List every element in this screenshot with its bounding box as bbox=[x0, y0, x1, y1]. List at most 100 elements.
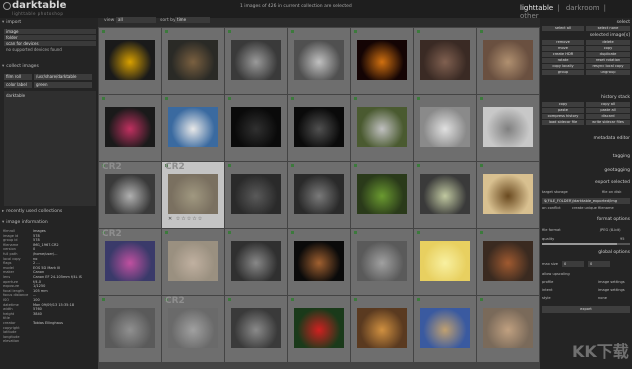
thumbnail-cell[interactable] bbox=[414, 296, 476, 362]
image-thumbnail[interactable] bbox=[294, 40, 344, 80]
image-thumbnail[interactable] bbox=[357, 241, 407, 281]
history-action-button[interactable]: compress history bbox=[542, 114, 584, 119]
view-lighttable[interactable]: lighttable bbox=[520, 4, 553, 12]
thumbnail-cell[interactable]: CR2 ✕ ☆☆☆☆☆ bbox=[162, 162, 224, 228]
collect-rule-1-property[interactable]: film roll bbox=[4, 74, 32, 80]
allow-upscaling-label[interactable]: allow upscaling bbox=[542, 272, 570, 276]
collect-list-item[interactable]: darktable bbox=[6, 93, 25, 98]
import-image-button[interactable]: image bbox=[4, 29, 96, 34]
history-action-button[interactable]: write sidecar files bbox=[586, 120, 630, 125]
thumbnail-cell[interactable] bbox=[351, 229, 413, 295]
image-thumbnail[interactable] bbox=[231, 308, 281, 348]
image-thumbnail[interactable] bbox=[168, 107, 218, 147]
image-thumbnail[interactable] bbox=[483, 174, 533, 214]
selected-action-button[interactable]: duplicate bbox=[586, 52, 630, 57]
thumbnail-cell[interactable] bbox=[351, 296, 413, 362]
on-conflict-value[interactable]: create unique filename bbox=[572, 206, 614, 210]
view-darkroom[interactable]: darkroom bbox=[566, 4, 600, 12]
tagging-header[interactable]: tagging bbox=[613, 154, 630, 159]
thumbnail-cell[interactable] bbox=[414, 229, 476, 295]
image-thumbnail[interactable] bbox=[294, 174, 344, 214]
thumbnail-cell[interactable] bbox=[477, 229, 539, 295]
style-value[interactable]: none bbox=[598, 296, 607, 300]
export-selected-header[interactable]: export selected bbox=[595, 180, 630, 185]
image-thumbnail[interactable] bbox=[294, 308, 344, 348]
thumbnail-cell[interactable] bbox=[477, 162, 539, 228]
history-action-button[interactable]: discard bbox=[586, 114, 630, 119]
thumbnail-cell[interactable] bbox=[477, 28, 539, 94]
thumbnail-cell[interactable] bbox=[414, 28, 476, 94]
image-thumbnail[interactable] bbox=[105, 174, 155, 214]
max-width-input[interactable]: 0 bbox=[562, 261, 584, 267]
thumbnail-cell[interactable] bbox=[414, 95, 476, 161]
recent-collections-header[interactable]: ▸ recently used collections bbox=[2, 209, 96, 216]
image-thumbnail[interactable] bbox=[420, 107, 470, 147]
selected-action-button[interactable]: create HDR bbox=[542, 52, 584, 57]
selected-images-header[interactable]: selected image[s] bbox=[590, 33, 630, 38]
selected-action-button[interactable]: rotate bbox=[542, 58, 584, 63]
image-thumbnail[interactable] bbox=[105, 107, 155, 147]
selected-action-button[interactable]: delete bbox=[586, 40, 630, 45]
image-thumbnail[interactable] bbox=[420, 241, 470, 281]
collect-rule-2-property[interactable]: color label bbox=[4, 82, 32, 88]
image-thumbnail[interactable] bbox=[357, 107, 407, 147]
scan-devices-button[interactable]: scan for devices bbox=[4, 41, 96, 46]
history-action-button[interactable]: copy bbox=[542, 102, 584, 107]
select-header[interactable]: select bbox=[617, 20, 630, 25]
thumbnail-cell[interactable]: CR2 bbox=[99, 229, 161, 295]
image-thumbnail[interactable] bbox=[168, 174, 218, 214]
selected-action-button[interactable]: group bbox=[542, 70, 584, 75]
image-thumbnail[interactable] bbox=[420, 40, 470, 80]
thumbnail-cell[interactable] bbox=[288, 95, 350, 161]
image-thumbnail[interactable] bbox=[168, 241, 218, 281]
thumbnail-cell[interactable] bbox=[288, 28, 350, 94]
selected-action-button[interactable]: move bbox=[542, 46, 584, 51]
history-action-button[interactable]: paste all bbox=[586, 108, 630, 113]
collect-rule-2-value[interactable]: green bbox=[34, 82, 92, 88]
selected-action-button[interactable]: reset rotation bbox=[586, 58, 630, 63]
thumbnail-grid[interactable]: CR2 CR2 ✕ ☆☆☆☆☆ CR2 CR2 bbox=[98, 27, 540, 369]
thumbnail-cell[interactable] bbox=[351, 95, 413, 161]
history-stack-header[interactable]: history stack bbox=[601, 95, 630, 100]
image-thumbnail[interactable] bbox=[357, 174, 407, 214]
thumbnail-cell[interactable] bbox=[477, 95, 539, 161]
thumbnail-cell[interactable]: CR2 bbox=[162, 296, 224, 362]
thumbnail-cell[interactable] bbox=[99, 28, 161, 94]
sortby-select[interactable]: time bbox=[175, 17, 210, 23]
selected-action-button[interactable]: copy locally bbox=[542, 64, 584, 69]
select-none-button[interactable]: select none bbox=[586, 26, 630, 31]
import-folder-button[interactable]: folder bbox=[4, 35, 96, 40]
collect-rule-1-value[interactable]: /usr/share/darktable bbox=[34, 74, 92, 80]
image-information-header[interactable]: ▾ image information bbox=[2, 220, 96, 227]
thumbnail-cell[interactable] bbox=[225, 296, 287, 362]
image-thumbnail[interactable] bbox=[105, 308, 155, 348]
image-thumbnail[interactable] bbox=[231, 107, 281, 147]
collect-list[interactable]: darktable bbox=[4, 91, 96, 206]
format-options-header[interactable]: format options bbox=[597, 217, 630, 222]
thumbnail-cell[interactable] bbox=[225, 229, 287, 295]
selected-action-button[interactable]: resync local copy bbox=[586, 64, 630, 69]
thumbnail-cell[interactable] bbox=[162, 95, 224, 161]
image-thumbnail[interactable] bbox=[483, 308, 533, 348]
image-thumbnail[interactable] bbox=[294, 241, 344, 281]
image-thumbnail[interactable] bbox=[168, 308, 218, 348]
image-thumbnail[interactable] bbox=[483, 107, 533, 147]
image-thumbnail[interactable] bbox=[105, 241, 155, 281]
export-path-input[interactable]: $(FILE_FOLDER)/darktable_exported/img bbox=[542, 198, 630, 204]
thumbnail-cell[interactable] bbox=[225, 28, 287, 94]
star-rating[interactable]: ✕ ☆☆☆☆☆ bbox=[168, 216, 203, 222]
image-thumbnail[interactable] bbox=[294, 107, 344, 147]
target-storage-value[interactable]: file on disk bbox=[602, 190, 621, 194]
history-action-button[interactable]: copy all bbox=[586, 102, 630, 107]
thumbnail-cell[interactable] bbox=[162, 229, 224, 295]
image-thumbnail[interactable] bbox=[483, 40, 533, 80]
file-format-value[interactable]: JPEG (8-bit) bbox=[600, 228, 621, 232]
thumbnail-cell[interactable] bbox=[477, 296, 539, 362]
thumbnail-cell[interactable] bbox=[225, 162, 287, 228]
select-all-button[interactable]: select all bbox=[542, 26, 584, 31]
image-thumbnail[interactable] bbox=[420, 308, 470, 348]
thumbnail-cell[interactable] bbox=[225, 95, 287, 161]
image-thumbnail[interactable] bbox=[357, 308, 407, 348]
import-header[interactable]: ▾ import bbox=[2, 20, 96, 27]
image-thumbnail[interactable] bbox=[168, 40, 218, 80]
